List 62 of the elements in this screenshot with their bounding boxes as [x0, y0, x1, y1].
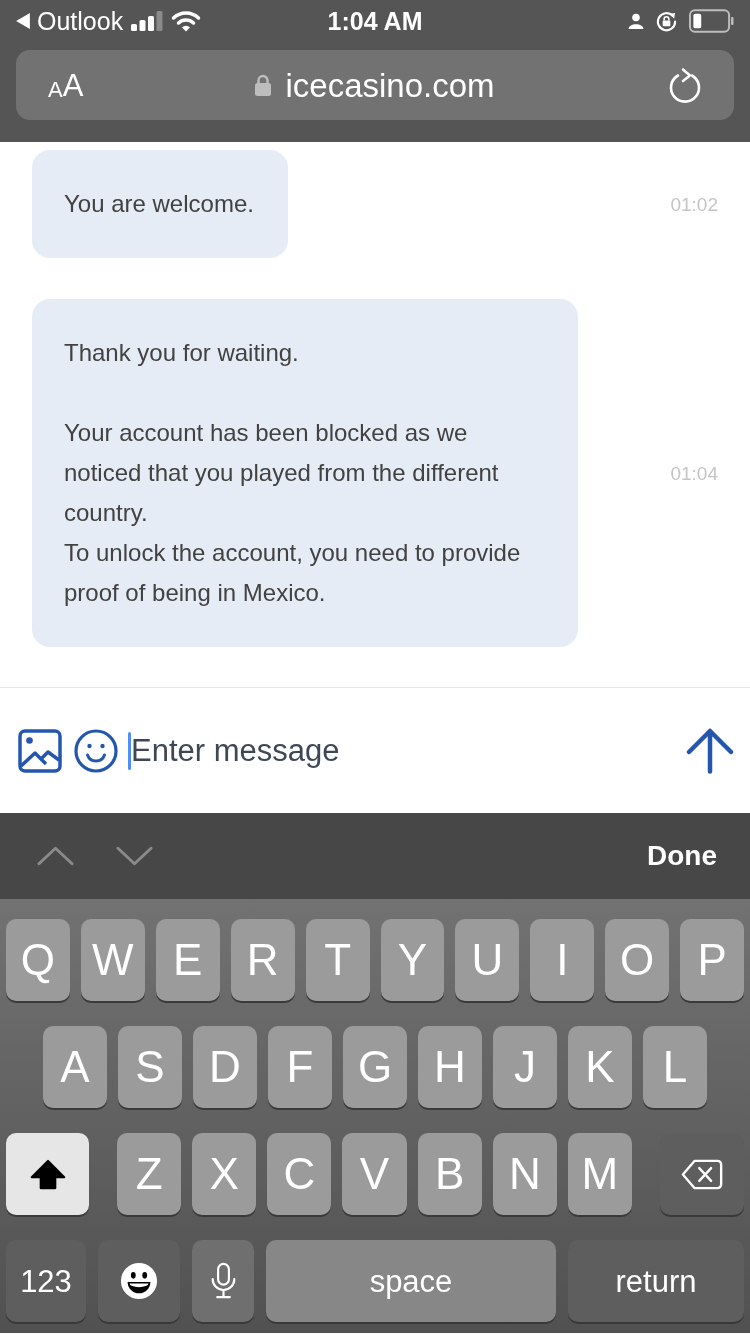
letter-key[interactable]: J — [493, 1026, 557, 1108]
letter-key[interactable]: F — [268, 1026, 332, 1108]
arrow-up-icon — [686, 727, 734, 774]
return-key[interactable]: return — [568, 1240, 744, 1322]
letter-key[interactable]: P — [680, 919, 745, 1001]
back-triangle-icon — [16, 13, 30, 29]
numbers-key[interactable]: 123 — [6, 1240, 86, 1322]
space-key[interactable]: space — [266, 1240, 556, 1322]
rotation-lock-icon — [656, 10, 677, 32]
letter-key[interactable]: Q — [6, 919, 70, 1001]
backspace-icon — [681, 1158, 723, 1190]
text-size-button[interactable]: AA — [48, 69, 88, 101]
shift-key[interactable] — [6, 1133, 89, 1215]
message-input[interactable]: Enter message — [131, 732, 686, 769]
attach-image-button[interactable] — [18, 728, 62, 773]
back-to-app-button[interactable]: Outlook — [16, 8, 124, 34]
letter-key[interactable]: A — [43, 1026, 107, 1108]
letter-key[interactable]: T — [305, 919, 370, 1001]
chevron-down-icon — [116, 846, 153, 866]
letter-key[interactable]: I — [530, 919, 595, 1001]
grinning-face-icon — [120, 1262, 158, 1300]
letter-key[interactable]: H — [418, 1026, 482, 1108]
message-text: You are welcome. — [64, 189, 254, 219]
wifi-icon — [171, 10, 202, 32]
letter-key[interactable]: N — [492, 1133, 557, 1215]
letter-key[interactable]: G — [343, 1026, 407, 1108]
letter-key[interactable]: D — [193, 1026, 257, 1108]
done-button[interactable]: Done — [647, 842, 717, 870]
reload-icon — [668, 67, 702, 103]
battery-icon — [689, 9, 734, 33]
send-button[interactable] — [686, 727, 734, 774]
shift-arrow-icon — [29, 1158, 66, 1190]
letter-key[interactable]: L — [643, 1026, 707, 1108]
letter-key[interactable]: U — [455, 919, 520, 1001]
letter-key[interactable]: W — [80, 919, 145, 1001]
message-time: 01:02 — [670, 194, 718, 214]
message-time: 01:04 — [670, 463, 718, 483]
letter-key[interactable]: M — [567, 1133, 632, 1215]
letter-key[interactable]: O — [605, 919, 670, 1001]
address-bar[interactable]: AA icecasino.com — [16, 50, 734, 120]
letter-key[interactable]: R — [230, 919, 295, 1001]
dictation-key[interactable] — [192, 1240, 254, 1322]
url-text: icecasino.com — [285, 68, 495, 102]
message-text: Thank you for waiting. Your account has been blocked as we noticed that you played from the different country. To unlock the account, you need to provide proof of being in Mexico. — [64, 338, 522, 608]
image-icon — [18, 728, 62, 773]
letter-key[interactable]: K — [568, 1026, 632, 1108]
letter-key[interactable]: C — [267, 1133, 332, 1215]
letter-key[interactable]: E — [155, 919, 220, 1001]
letter-key[interactable]: X — [192, 1133, 257, 1215]
emoji-button[interactable] — [74, 728, 118, 773]
microphone-icon — [209, 1261, 237, 1301]
letter-key[interactable]: Z — [117, 1133, 182, 1215]
clock-time: 1:04 AM — [327, 8, 423, 34]
letter-key[interactable]: S — [118, 1026, 182, 1108]
letter-key[interactable]: V — [342, 1133, 407, 1215]
person-icon — [628, 13, 644, 29]
smiley-icon — [74, 728, 118, 773]
letter-key[interactable]: Y — [380, 919, 445, 1001]
chevron-up-icon — [37, 846, 74, 866]
emoji-key[interactable] — [98, 1240, 180, 1322]
signal-icon — [131, 11, 164, 31]
letter-key[interactable]: B — [417, 1133, 482, 1215]
